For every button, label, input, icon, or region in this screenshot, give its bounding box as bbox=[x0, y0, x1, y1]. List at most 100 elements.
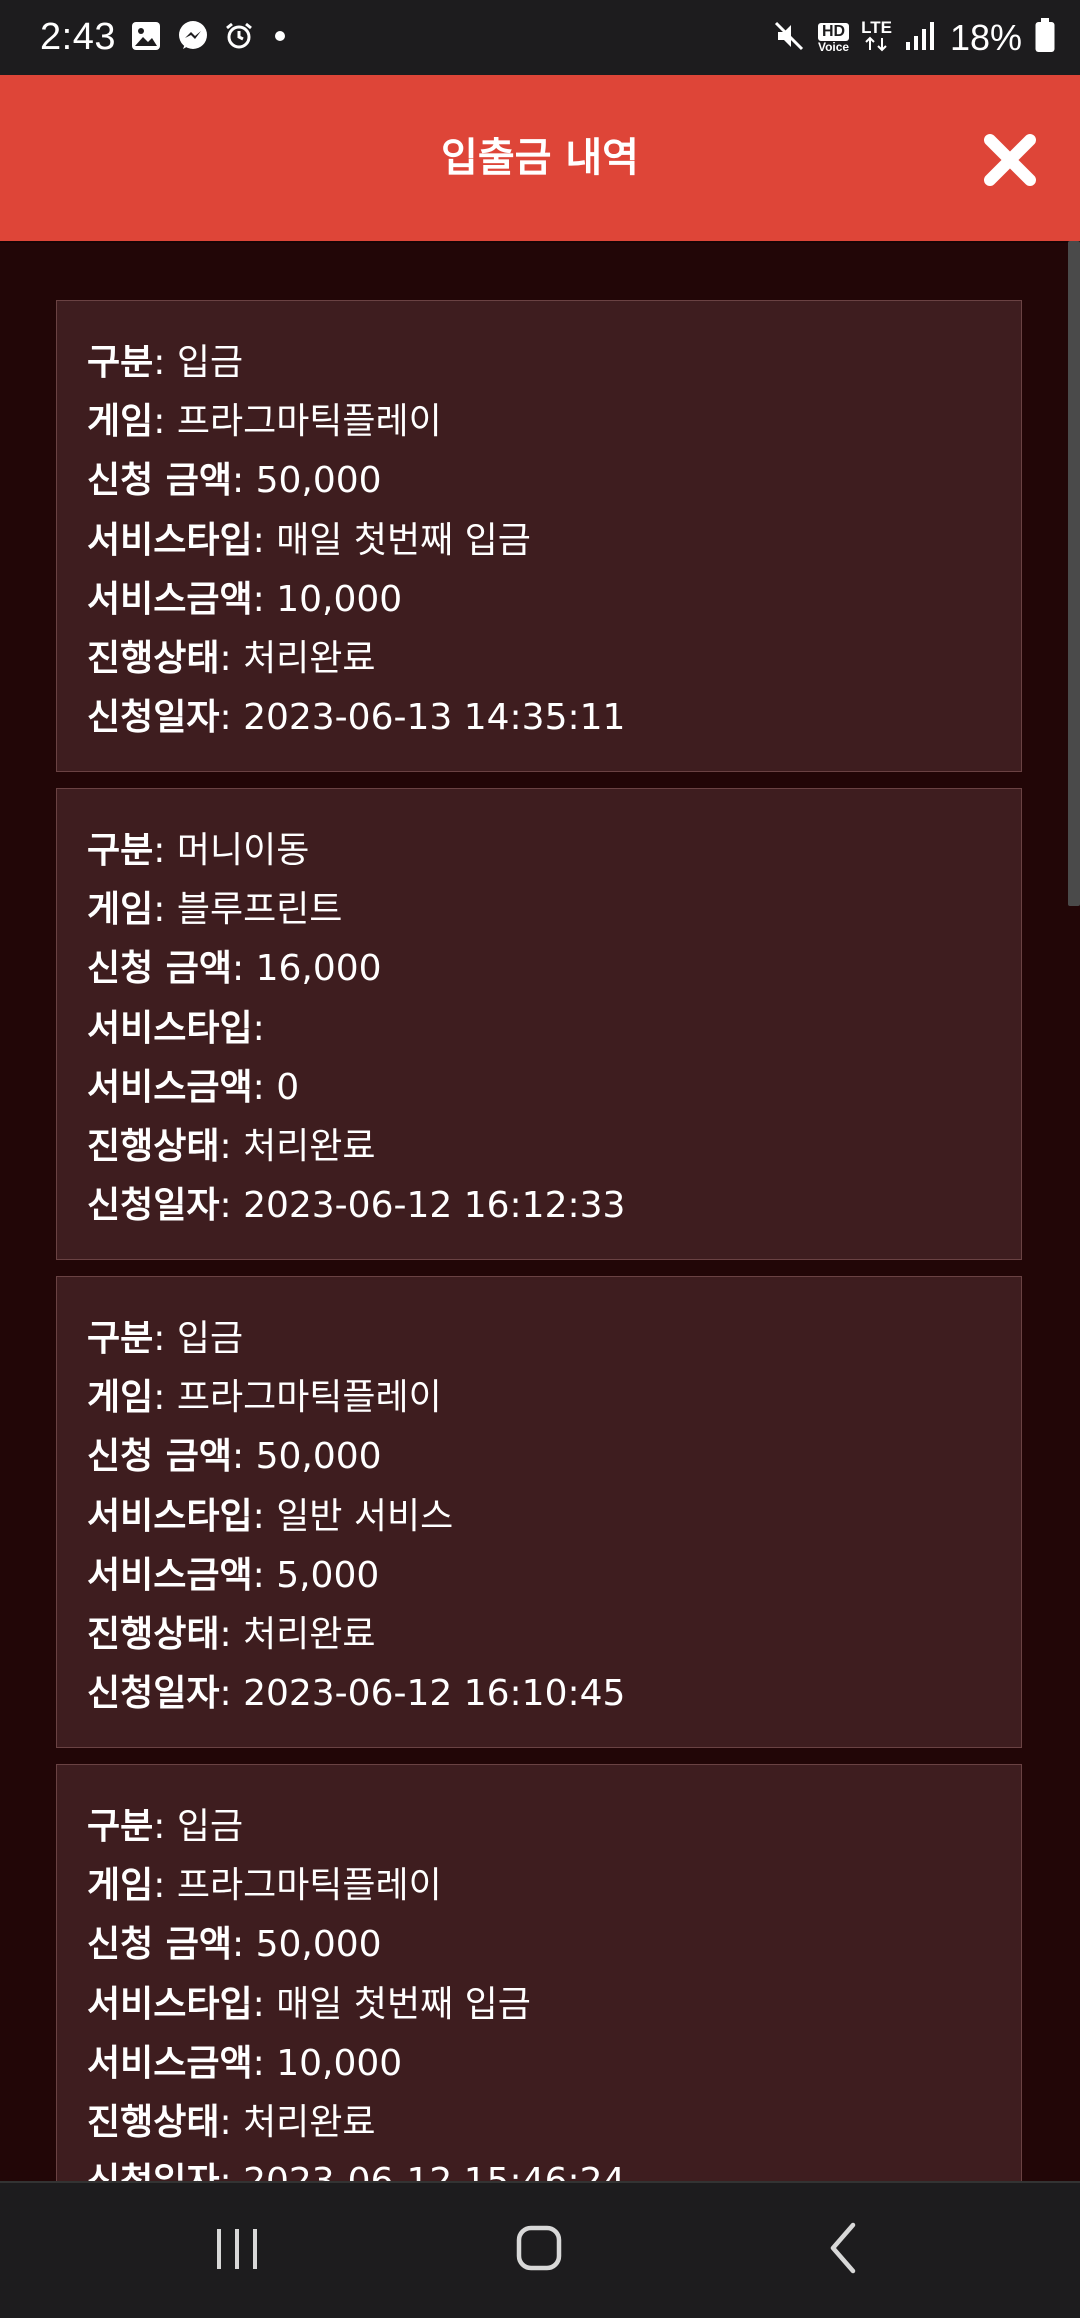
label-request-amount: 신청 금액 bbox=[87, 948, 233, 990]
transaction-card: 구분: 입금 게임: 프라그마틱플레이 신청 금액: 50,000 서비스타입:… bbox=[56, 1276, 1022, 1748]
row-game: 게임: 프라그마틱플레이 bbox=[87, 401, 442, 443]
value-service-amount: 10,000 bbox=[276, 578, 403, 620]
row-category: 구분: 입금 bbox=[87, 342, 244, 383]
status-right: HD Voice LTE 18% bbox=[772, 0, 1056, 75]
value-game: 블루프린트 bbox=[176, 889, 343, 931]
row-status: 진행상태: 처리완료 bbox=[87, 2101, 376, 2143]
transaction-list[interactable]: 구분: 입금 게임: 프라그마틱플레이 신청 금액: 50,000 서비스타입:… bbox=[0, 241, 1068, 2181]
signal-icon bbox=[904, 20, 938, 56]
value-status: 처리완료 bbox=[243, 2101, 376, 2143]
label-request-amount: 신청 금액 bbox=[87, 1924, 233, 1966]
lte-label: LTE bbox=[861, 18, 892, 37]
label-service-type: 서비스타입 bbox=[87, 1983, 253, 2025]
row-service-type: 서비스타입: 매일 첫번째 입금 bbox=[87, 519, 531, 561]
battery-icon bbox=[1034, 17, 1056, 58]
label-status: 진행상태 bbox=[87, 2101, 220, 2143]
value-service-type: 일반 서비스 bbox=[276, 1495, 454, 1537]
status-time: 2:43 bbox=[40, 16, 116, 58]
value-game: 프라그마틱플레이 bbox=[176, 401, 442, 443]
value-request-amount: 50,000 bbox=[255, 1436, 382, 1478]
value-service-amount: 5,000 bbox=[276, 1554, 380, 1596]
value-game: 프라그마틱플레이 bbox=[176, 1865, 442, 1907]
value-request-date: 2023-06-12 15:46:24 bbox=[243, 2161, 625, 2181]
value-category: 머니이동 bbox=[176, 830, 310, 871]
transaction-card: 구분: 입금 게임: 프라그마틱플레이 신청 금액: 50,000 서비스타입:… bbox=[56, 1764, 1022, 2181]
row-request-date: 신청일자: 2023-06-12 16:12:33 bbox=[87, 1185, 626, 1227]
value-category: 입금 bbox=[176, 1806, 244, 1847]
label-request-date: 신청일자 bbox=[87, 2161, 219, 2181]
label-service-amount: 서비스금액 bbox=[87, 1554, 253, 1596]
value-request-amount: 50,000 bbox=[255, 1924, 382, 1966]
recent-apps-button[interactable] bbox=[197, 2213, 277, 2283]
navigation-bar bbox=[0, 2181, 1080, 2318]
row-game: 게임: 프라그마틱플레이 bbox=[87, 1865, 442, 1907]
recent-apps-icon bbox=[217, 2229, 257, 2269]
value-service-type: 매일 첫번째 입금 bbox=[276, 1983, 531, 2025]
lte-icon: LTE bbox=[861, 19, 892, 56]
row-category: 구분: 입금 bbox=[87, 1806, 244, 1847]
status-bar: 2:43 HD Voice LTE 18% bbox=[0, 0, 1080, 75]
row-status: 진행상태: 처리완료 bbox=[87, 1613, 376, 1655]
battery-percent: 18% bbox=[949, 16, 1022, 58]
label-category: 구분 bbox=[87, 830, 154, 871]
gallery-icon bbox=[130, 20, 162, 56]
row-request-date: 신청일자: 2023-06-12 16:10:45 bbox=[87, 1673, 626, 1715]
label-status: 진행상태 bbox=[87, 1613, 220, 1655]
label-service-amount: 서비스금액 bbox=[87, 2042, 253, 2084]
value-request-amount: 16,000 bbox=[255, 948, 382, 990]
messenger-icon bbox=[176, 19, 210, 57]
value-service-amount: 0 bbox=[276, 1066, 300, 1108]
value-request-amount: 50,000 bbox=[255, 460, 382, 502]
row-service-type: 서비스타입: 일반 서비스 bbox=[87, 1495, 454, 1537]
mute-icon bbox=[772, 19, 806, 57]
dot-icon bbox=[268, 24, 292, 52]
value-request-date: 2023-06-13 14:35:11 bbox=[243, 697, 626, 739]
row-status: 진행상태: 처리완료 bbox=[87, 637, 376, 679]
back-button[interactable] bbox=[803, 2213, 883, 2283]
row-request-date: 신청일자: 2023-06-12 15:46:24 bbox=[87, 2152, 991, 2181]
scrollbar-thumb[interactable] bbox=[1068, 241, 1080, 906]
label-game: 게임 bbox=[87, 889, 154, 931]
close-button[interactable] bbox=[980, 130, 1040, 190]
row-request-amount: 신청 금액: 16,000 bbox=[87, 948, 382, 990]
row-request-date: 신청일자: 2023-06-13 14:35:11 bbox=[87, 697, 626, 739]
label-game: 게임 bbox=[87, 1377, 154, 1419]
row-game: 게임: 블루프린트 bbox=[87, 889, 343, 931]
label-service-type: 서비스타입 bbox=[87, 519, 253, 561]
page-title: 입출금 내역 bbox=[441, 135, 639, 181]
row-request-amount: 신청 금액: 50,000 bbox=[87, 1924, 382, 1966]
label-service-amount: 서비스금액 bbox=[87, 1066, 253, 1108]
label-request-date: 신청일자 bbox=[87, 697, 220, 739]
close-icon bbox=[984, 134, 1036, 186]
row-game: 게임: 프라그마틱플레이 bbox=[87, 1377, 442, 1419]
row-service-type: 서비스타입: bbox=[87, 1007, 265, 1049]
value-category: 입금 bbox=[176, 1318, 244, 1359]
value-status: 처리완료 bbox=[243, 637, 376, 679]
label-request-amount: 신청 금액 bbox=[87, 460, 233, 502]
home-icon bbox=[516, 2225, 562, 2271]
row-service-amount: 서비스금액: 0 bbox=[87, 1066, 300, 1108]
row-service-amount: 서비스금액: 10,000 bbox=[87, 578, 403, 620]
row-category: 구분: 머니이동 bbox=[87, 830, 310, 871]
value-status: 처리완료 bbox=[243, 1613, 376, 1655]
transaction-card: 구분: 입금 게임: 프라그마틱플레이 신청 금액: 50,000 서비스타입:… bbox=[56, 300, 1022, 772]
hd-voice-icon: HD Voice bbox=[817, 22, 850, 53]
row-service-amount: 서비스금액: 5,000 bbox=[87, 1554, 380, 1596]
value-game: 프라그마틱플레이 bbox=[176, 1377, 442, 1419]
alarm-icon bbox=[224, 21, 254, 55]
value-category: 입금 bbox=[176, 342, 244, 383]
row-service-amount: 서비스금액: 10,000 bbox=[87, 2042, 403, 2084]
value-service-type: 매일 첫번째 입금 bbox=[276, 519, 531, 561]
label-category: 구분 bbox=[87, 1318, 154, 1359]
status-left: 2:43 bbox=[40, 0, 292, 75]
label-service-amount: 서비스금액 bbox=[87, 578, 253, 620]
label-game: 게임 bbox=[87, 401, 154, 443]
row-request-amount: 신청 금액: 50,000 bbox=[87, 460, 382, 502]
back-icon bbox=[830, 2222, 856, 2274]
row-status: 진행상태: 처리완료 bbox=[87, 1125, 376, 1167]
home-button[interactable] bbox=[500, 2213, 580, 2283]
transaction-card: 구분: 머니이동 게임: 블루프린트 신청 금액: 16,000 서비스타입: … bbox=[56, 788, 1022, 1260]
row-request-amount: 신청 금액: 50,000 bbox=[87, 1436, 382, 1478]
header: 입출금 내역 bbox=[0, 75, 1080, 241]
value-request-date: 2023-06-12 16:10:45 bbox=[243, 1673, 626, 1715]
